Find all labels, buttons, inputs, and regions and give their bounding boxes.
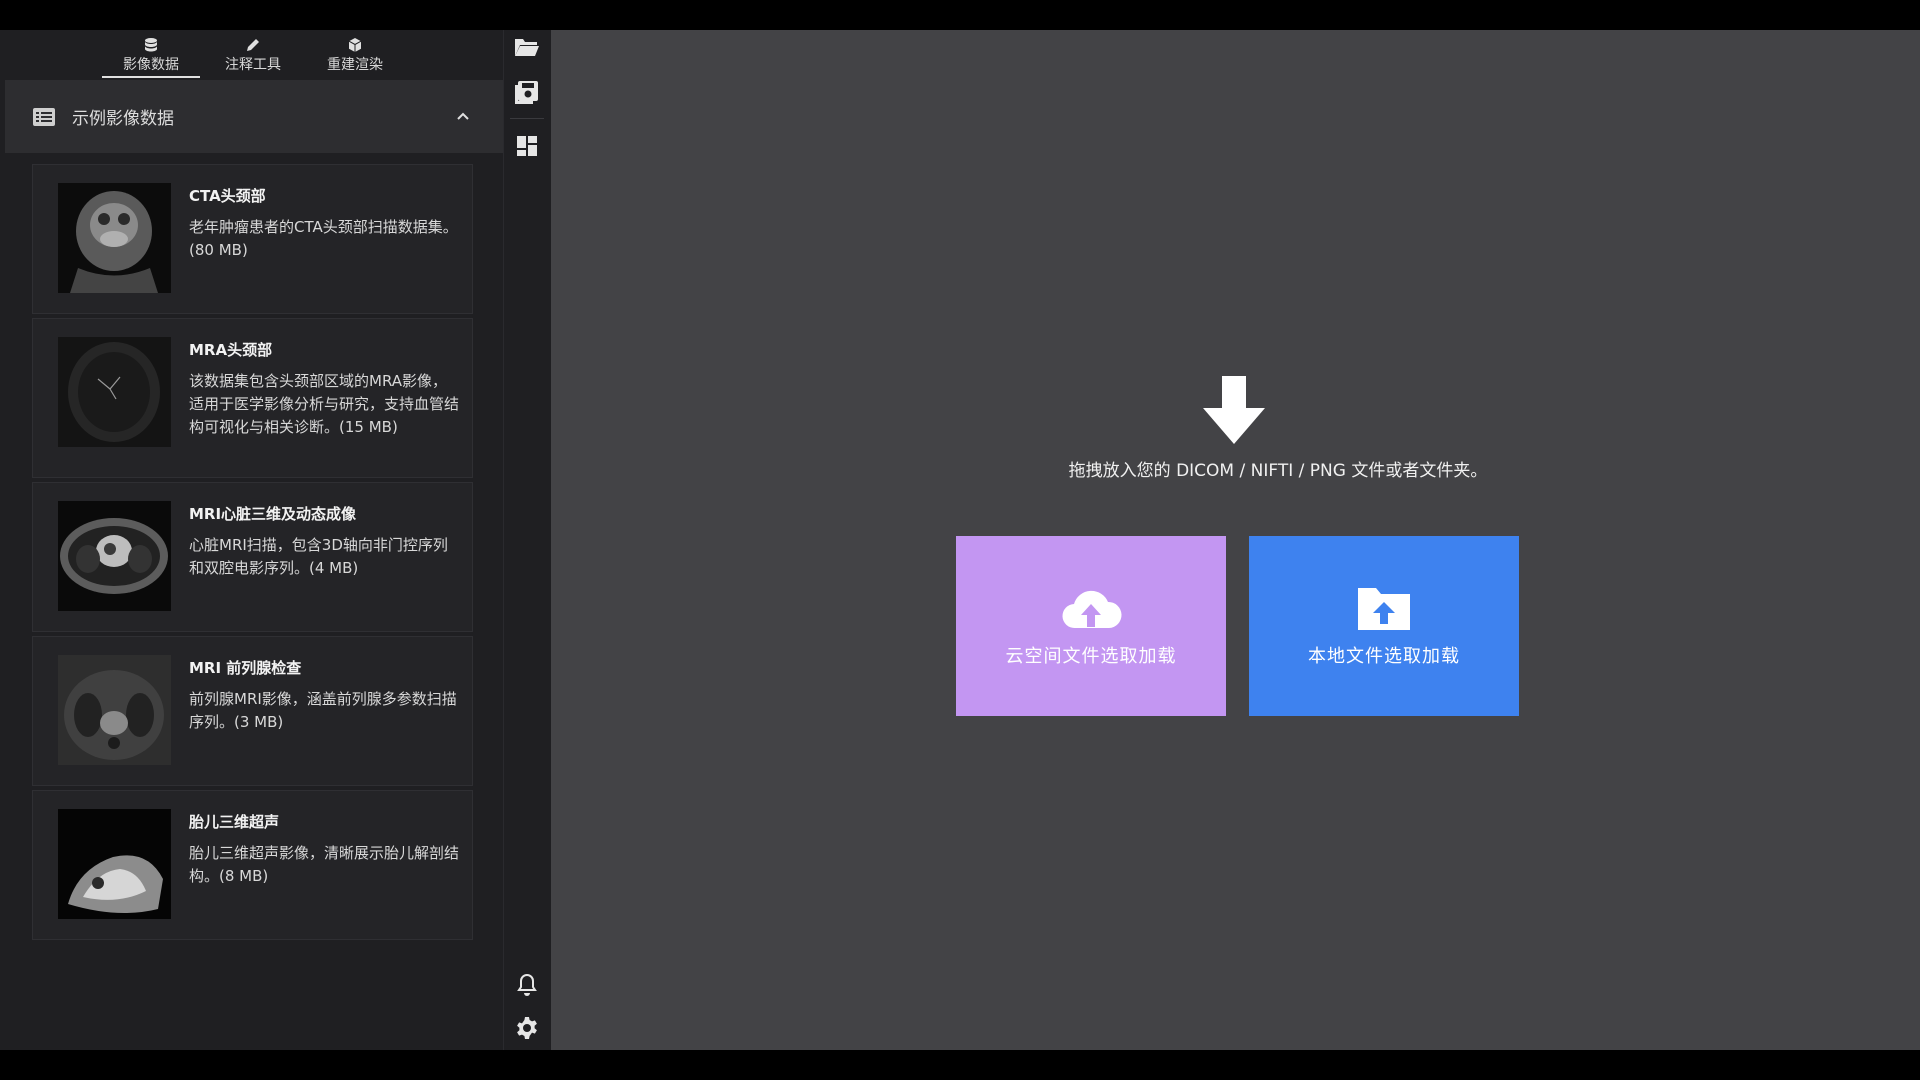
tab-label: 重建渲染 xyxy=(327,56,383,73)
dataset-thumbnail xyxy=(58,809,171,919)
dataset-thumbnail xyxy=(58,183,171,293)
dataset-title: MRI 前列腺检查 xyxy=(189,659,302,677)
tab-reconstruction-render[interactable]: 重建渲染 xyxy=(304,30,406,78)
sidebar-tabs: 影像数据 注释工具 重建渲染 xyxy=(0,30,503,78)
dataset-info: CTA头颈部 老年肿瘤患者的CTA头颈部扫描数据集。(80 MB) xyxy=(189,185,460,262)
app: 影像数据 注释工具 重建渲染 示例影像数据 CTA头颈部 老年肿瘤患者的CTA头… xyxy=(0,30,1920,1050)
chevron-up-icon[interactable] xyxy=(453,106,473,126)
dataset-card-mri-cardiac[interactable]: MRI心脏三维及动态成像 心脏MRI扫描，包含3D轴向非门控序列和双腔电影序列。… xyxy=(32,482,473,632)
drop-zone[interactable]: 拖拽放入您的 DICOM / NIFTI / PNG 文件或者文件夹。 云空间文… xyxy=(551,30,1920,1050)
folder-open-icon xyxy=(515,39,539,56)
toolbar-divider xyxy=(510,118,544,119)
tab-label: 注释工具 xyxy=(225,56,281,73)
database-icon xyxy=(142,36,160,54)
dataset-thumbnail xyxy=(58,337,171,447)
vertical-toolbar xyxy=(503,30,551,1050)
dataset-description: 老年肿瘤患者的CTA头颈部扫描数据集。(80 MB) xyxy=(189,218,458,259)
dataset-thumbnail xyxy=(58,655,171,765)
dataset-title: CTA头颈部 xyxy=(189,187,266,205)
folder-upload-icon xyxy=(1358,588,1410,630)
cube-icon xyxy=(346,36,364,54)
dataset-description: 心脏MRI扫描，包含3D轴向非门控序列和双腔电影序列。(4 MB) xyxy=(189,536,448,577)
dataset-description: 前列腺MRI影像，涵盖前列腺多参数扫描序列。(3 MB) xyxy=(189,690,457,731)
tab-image-data[interactable]: 影像数据 xyxy=(100,30,202,78)
dataset-title: 胎儿三维超声 xyxy=(189,813,280,831)
sidebar: 影像数据 注释工具 重建渲染 示例影像数据 CTA头颈部 老年肿瘤患者的CTA头… xyxy=(0,30,503,1050)
dataset-info: 胎儿三维超声 胎儿三维超声影像，清晰展示胎儿解剖结构。(8 MB) xyxy=(189,811,460,888)
tab-annotation-tools[interactable]: 注释工具 xyxy=(202,30,304,78)
cloud-upload-icon xyxy=(1062,590,1122,629)
pencil-icon xyxy=(244,36,262,54)
dataset-title: MRI心脏三维及动态成像 xyxy=(189,505,357,523)
open-folder-button[interactable] xyxy=(512,32,542,62)
dataset-card-cta-head-neck[interactable]: CTA头颈部 老年肿瘤患者的CTA头颈部扫描数据集。(80 MB) xyxy=(32,164,473,314)
dataset-title: MRA头颈部 xyxy=(189,341,273,359)
dataset-list: CTA头颈部 老年肿瘤患者的CTA头颈部扫描数据集。(80 MB) MRA头颈部… xyxy=(32,164,473,944)
layout-icon xyxy=(517,136,537,156)
arrow-down-icon xyxy=(1203,376,1265,444)
local-load-button[interactable]: 本地文件选取加载 xyxy=(1249,536,1519,716)
bell-icon xyxy=(517,973,537,996)
settings-button[interactable] xyxy=(512,1013,542,1043)
save-icon xyxy=(515,81,538,104)
drop-instructions: 拖拽放入您的 DICOM / NIFTI / PNG 文件或者文件夹。 xyxy=(1068,461,1488,481)
dataset-info: MRA头颈部 该数据集包含头颈部区域的MRA影像，适用于医学影像分析与研究，支持… xyxy=(189,339,460,439)
list-icon xyxy=(33,107,55,126)
sample-data-panel-header[interactable]: 示例影像数据 xyxy=(5,80,503,153)
dataset-info: MRI 前列腺检查 前列腺MRI影像，涵盖前列腺多参数扫描序列。(3 MB) xyxy=(189,657,460,734)
layout-button[interactable] xyxy=(512,131,542,161)
settings-icon xyxy=(517,1017,537,1039)
cloud-load-label: 云空间文件选取加载 xyxy=(1005,646,1177,667)
tab-label: 影像数据 xyxy=(123,56,179,73)
cloud-load-button[interactable]: 云空间文件选取加载 xyxy=(956,536,1226,716)
local-load-label: 本地文件选取加载 xyxy=(1308,646,1460,667)
dataset-info: MRI心脏三维及动态成像 心脏MRI扫描，包含3D轴向非门控序列和双腔电影序列。… xyxy=(189,503,460,580)
top-bar xyxy=(0,0,1920,30)
bottom-bar xyxy=(0,1050,1920,1080)
dataset-description: 该数据集包含头颈部区域的MRA影像，适用于医学影像分析与研究，支持血管结构可视化… xyxy=(189,372,460,436)
dataset-card-fetal-ultrasound[interactable]: 胎儿三维超声 胎儿三维超声影像，清晰展示胎儿解剖结构。(8 MB) xyxy=(32,790,473,940)
save-button[interactable] xyxy=(512,77,542,107)
notifications-button[interactable] xyxy=(512,970,542,1000)
dataset-thumbnail xyxy=(58,501,171,611)
dataset-description: 胎儿三维超声影像，清晰展示胎儿解剖结构。(8 MB) xyxy=(189,844,460,885)
dataset-card-mra-head-neck[interactable]: MRA头颈部 该数据集包含头颈部区域的MRA影像，适用于医学影像分析与研究，支持… xyxy=(32,318,473,478)
dataset-card-mri-prostate[interactable]: MRI 前列腺检查 前列腺MRI影像，涵盖前列腺多参数扫描序列。(3 MB) xyxy=(32,636,473,786)
panel-title: 示例影像数据 xyxy=(72,109,174,129)
